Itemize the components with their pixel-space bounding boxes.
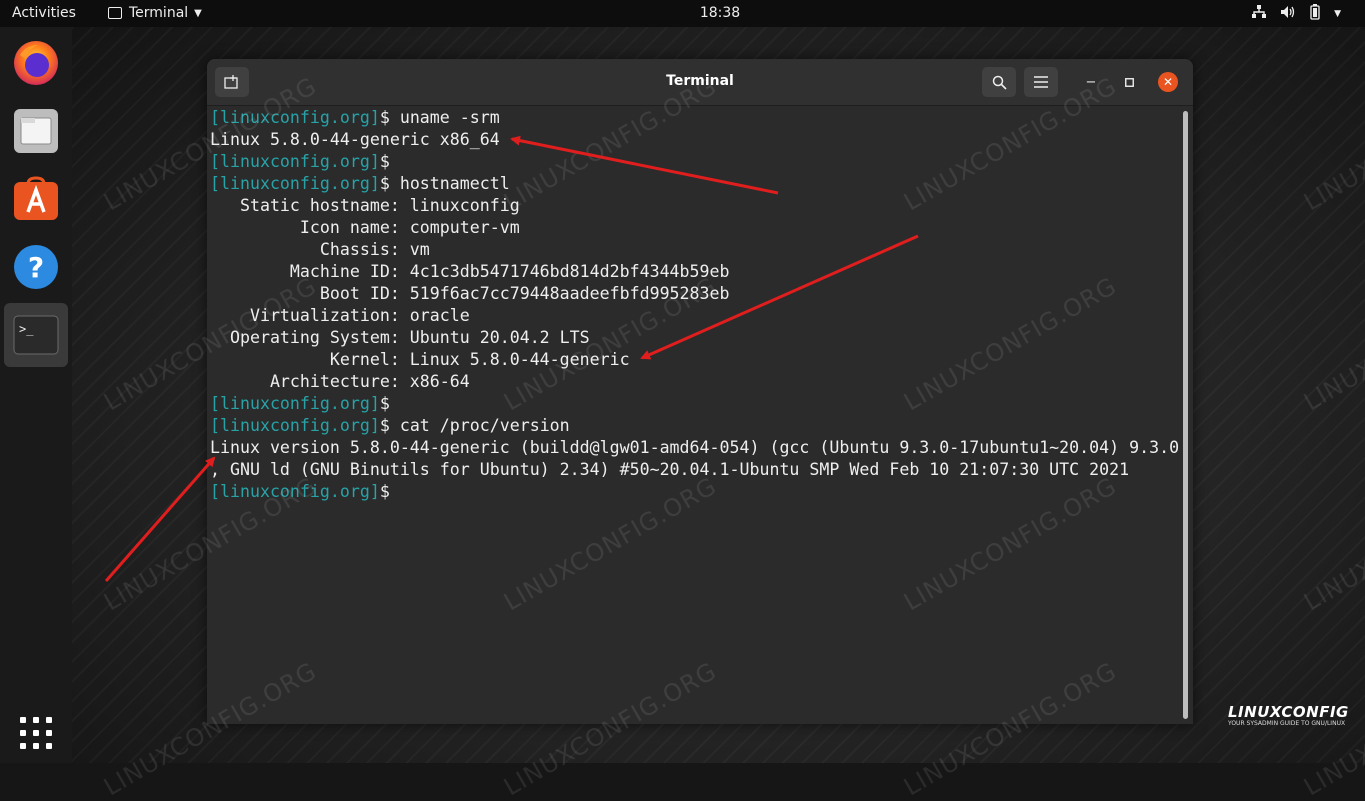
logo-brand: LINUXCONFIG: [1228, 703, 1349, 721]
output-text: Icon name: computer-vm: [210, 218, 520, 237]
shell-prompt: [linuxconfig.org]: [210, 152, 380, 171]
terminal-line: [linuxconfig.org]$ hostnamectl: [210, 173, 1193, 195]
show-applications-button[interactable]: [10, 707, 62, 759]
terminal-line: Static hostname: linuxconfig: [210, 195, 1193, 217]
command-text: $ cat /proc/version: [379, 416, 570, 435]
command-text: $: [379, 394, 390, 413]
software-store-icon: [14, 176, 58, 220]
terminal-line: Kernel: Linux 5.8.0-44-generic: [210, 349, 1193, 371]
logo-tagline: YOUR SYSADMIN GUIDE TO GNU/LINUX: [1228, 720, 1346, 727]
output-text: Static hostname: linuxconfig: [210, 196, 520, 215]
output-text: Operating System: Ubuntu 20.04.2 LTS: [210, 328, 590, 347]
terminal-line: Linux version 5.8.0-44-generic (buildd@l…: [210, 437, 1193, 459]
terminal-line: Chassis: vm: [210, 239, 1193, 261]
search-icon: [992, 75, 1007, 90]
shell-prompt: [linuxconfig.org]: [210, 394, 380, 413]
menu-button[interactable]: [1024, 67, 1058, 97]
files-launcher[interactable]: [10, 105, 62, 157]
network-icon: [1252, 5, 1267, 23]
firefox-launcher[interactable]: [10, 37, 62, 89]
terminal-line: Architecture: x86-64: [210, 371, 1193, 393]
firefox-icon: [14, 41, 58, 85]
output-text: , GNU ld (GNU Binutils for Ubuntu) 2.34)…: [210, 460, 1130, 479]
close-button[interactable]: ✕: [1158, 72, 1178, 92]
maximize-icon: [1124, 77, 1134, 87]
shell-prompt: [linuxconfig.org]: [210, 416, 380, 435]
battery-icon: [1310, 4, 1320, 24]
terminal-line: Icon name: computer-vm: [210, 217, 1193, 239]
search-button[interactable]: [982, 67, 1016, 97]
chevron-down-icon: ▼: [1334, 9, 1341, 19]
output-text: Chassis: vm: [210, 240, 430, 259]
app-grid-icon: [20, 717, 52, 749]
svg-text:?: ?: [28, 251, 44, 284]
output-text: Machine ID: 4c1c3db5471746bd814d2bf4344b…: [210, 262, 730, 281]
scrollbar[interactable]: [1183, 111, 1188, 719]
top-bar: Activities Terminal ▼ 18:38 ▼: [0, 0, 1365, 27]
terminal-launcher[interactable]: >_: [4, 303, 68, 367]
svg-text:>_: >_: [19, 322, 34, 336]
system-tray[interactable]: ▼: [1252, 4, 1341, 24]
volume-icon: [1280, 5, 1296, 23]
help-icon: ?: [14, 245, 58, 289]
terminal-line: [linuxconfig.org]$: [210, 151, 1193, 173]
terminal-line: [linuxconfig.org]$ cat /proc/version: [210, 415, 1193, 437]
command-text: $ uname -srm: [379, 108, 500, 127]
help-launcher[interactable]: ?: [10, 241, 62, 293]
close-icon: ✕: [1162, 75, 1174, 89]
hamburger-menu-icon: [1034, 76, 1048, 88]
command-text: $: [379, 482, 400, 501]
linuxconfig-logo: LINUXCONFIG YOUR SYSADMIN GUIDE TO GNU/L…: [1228, 703, 1349, 727]
output-text: Linux version 5.8.0-44-generic (buildd@l…: [210, 438, 1180, 457]
command-text: $: [379, 152, 390, 171]
terminal-line: [linuxconfig.org]$: [210, 393, 1193, 415]
dock: ? >_: [0, 27, 72, 763]
shell-prompt: [linuxconfig.org]: [210, 174, 380, 193]
clock[interactable]: 18:38: [0, 5, 1365, 21]
terminal-window[interactable]: Terminal − ✕ [linuxconfig.org]$ uname -s…: [207, 59, 1193, 724]
maximize-button[interactable]: [1119, 72, 1139, 92]
output-text: Architecture: x86-64: [210, 372, 470, 391]
terminal-icon: >_: [13, 315, 59, 355]
terminal-output[interactable]: [linuxconfig.org]$ uname -srm Linux 5.8.0…: [207, 106, 1193, 724]
files-icon: [14, 109, 58, 153]
ubuntu-software-launcher[interactable]: [10, 173, 62, 225]
command-text: $ hostnamectl: [379, 174, 510, 193]
